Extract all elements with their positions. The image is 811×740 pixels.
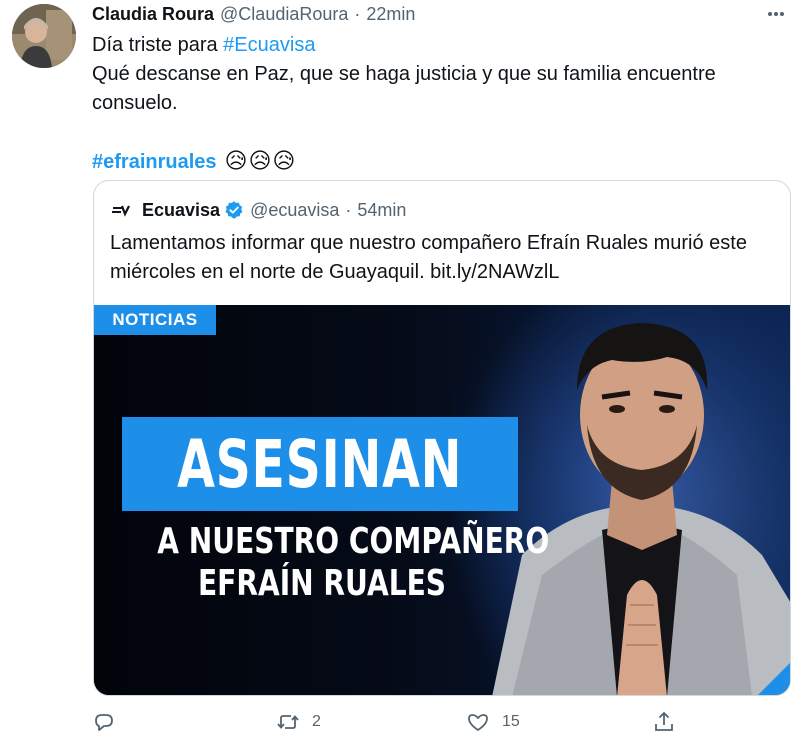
share-icon xyxy=(655,711,673,731)
avatar-photo xyxy=(12,4,76,68)
verified-badge-icon xyxy=(225,201,243,219)
news-image[interactable]: NOTICIAS ASESINAN A NUESTRO COMPAÑERO EF… xyxy=(94,305,790,695)
quoted-line-2: miércoles en el norte de Guayaquil. bit.… xyxy=(110,261,560,283)
subheadline-2-text: EFRAÍN RUALES xyxy=(197,563,447,604)
subheadline-line-1: A NUESTRO COMPAÑERO xyxy=(102,521,549,562)
tweet-header: Claudia Roura @ClaudiaRoura · 22min xyxy=(92,2,791,26)
tweet-line-2: Qué descanse en Paz, que se haga justici… xyxy=(92,63,716,85)
subheadline-1-text: A NUESTRO COMPAÑERO xyxy=(157,521,550,562)
like-count: 15 xyxy=(502,713,520,730)
hashtag-efrainruales[interactable]: #efrainruales xyxy=(92,151,217,173)
separator-dot: · xyxy=(354,3,361,24)
tweet-time[interactable]: 22min xyxy=(366,4,415,25)
tweet: Claudia Roura @ClaudiaRoura · 22min Día … xyxy=(0,0,811,740)
more-icon xyxy=(768,12,784,16)
quoted-tweet-text: Lamentamos informar que nuestro compañer… xyxy=(110,229,780,287)
tweet-line-1: Día triste para #Ecuavisa xyxy=(92,31,782,60)
tweet-line-5: #efrainruales 😥😥😥 xyxy=(92,147,782,177)
like-button[interactable]: 15 xyxy=(466,710,520,734)
quoted-author-name[interactable]: Ecuavisa xyxy=(142,200,220,221)
retweet-count: 2 xyxy=(312,713,321,730)
quoted-author-handle: @ecuavisa xyxy=(250,199,340,220)
author-name[interactable]: Claudia Roura xyxy=(92,4,214,25)
heart-icon xyxy=(468,714,488,731)
sad-emojis: 😥😥😥 xyxy=(224,149,297,174)
headline-text: ASESINAN xyxy=(177,425,463,503)
quoted-separator: · xyxy=(345,199,352,220)
retweet-icon xyxy=(277,715,299,729)
news-category-badge: NOTICIAS xyxy=(94,305,216,335)
quoted-time: 54min xyxy=(357,199,407,220)
reply-button[interactable] xyxy=(92,710,116,734)
quoted-tweet-header: Ecuavisa @ecuavisa · 54min xyxy=(110,197,406,223)
tweet-line-1-text: Día triste para xyxy=(92,34,224,56)
tweet-text: Día triste para #Ecuavisa Qué descanse e… xyxy=(92,31,782,177)
retweet-button[interactable]: 2 xyxy=(276,710,321,734)
quoted-line-1: Lamentamos informar que nuestro compañer… xyxy=(110,232,747,254)
avatar[interactable] xyxy=(12,4,76,68)
quoted-tweet[interactable]: Ecuavisa @ecuavisa · 54min Lamentamos in… xyxy=(93,180,791,696)
tweet-line-3: consuelo. xyxy=(92,92,178,114)
reply-icon xyxy=(95,714,113,731)
share-button[interactable] xyxy=(652,710,676,734)
more-options-button[interactable] xyxy=(761,2,791,26)
hashtag-ecuavisa[interactable]: #Ecuavisa xyxy=(223,34,315,56)
tweet-actions: 2 15 xyxy=(92,710,692,740)
ecuavisa-logo-icon xyxy=(110,199,132,221)
corner-accent xyxy=(756,661,790,695)
subheadline-line-2: EFRAÍN RUALES xyxy=(102,563,542,604)
headline-banner: ASESINAN xyxy=(122,417,518,511)
author-handle[interactable]: @ClaudiaRoura xyxy=(220,4,348,25)
